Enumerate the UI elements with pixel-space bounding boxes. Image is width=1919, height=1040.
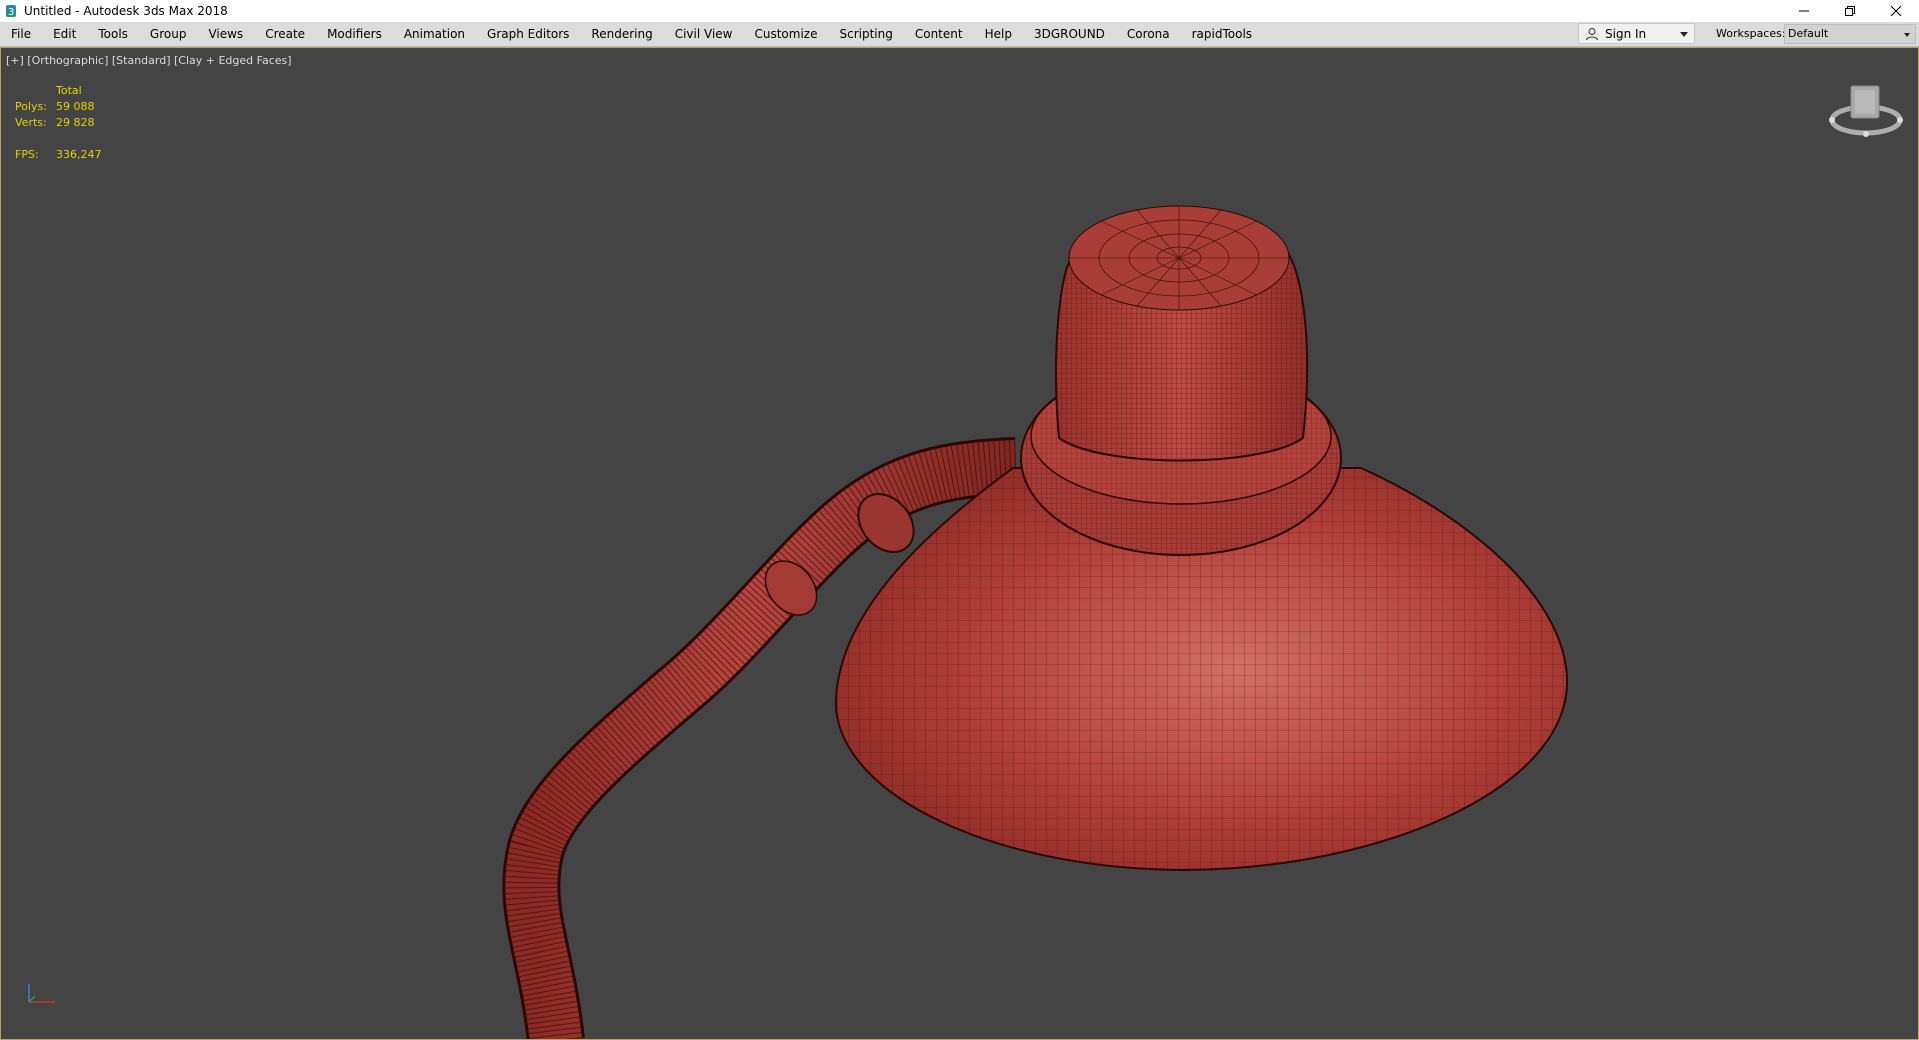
sign-in-dropdown[interactable]: Sign In [1578,23,1695,44]
stats-spacer [15,132,135,148]
window-controls [1781,0,1919,22]
scene-canvas[interactable] [1,48,1919,1040]
window-title: Untitled - Autodesk 3ds Max 2018 [24,4,228,18]
stats-header-row: Total [15,84,135,100]
menu-content[interactable]: Content [904,22,974,46]
lamp-shade[interactable] [834,205,1569,872]
minimize-button[interactable] [1781,0,1827,22]
polys-label: Polys: [15,100,47,113]
menu-corona[interactable]: Corona [1116,22,1181,46]
viewport-label-menu[interactable]: [+] [Orthographic] [Standard] [Clay + Ed… [6,54,292,67]
menu-civil-view[interactable]: Civil View [664,22,744,46]
chevron-down-icon [1904,33,1910,37]
chevron-down-icon [1680,32,1688,37]
menu-create[interactable]: Create [254,22,316,46]
stats-header: Total [56,84,82,97]
menu-customize[interactable]: Customize [743,22,828,46]
minimize-icon [1799,10,1809,12]
menu-animation[interactable]: Animation [393,22,476,46]
menu-rapidtools[interactable]: rapidTools [1181,22,1263,46]
restore-button[interactable] [1827,0,1873,22]
verts-value: 29 828 [56,116,95,129]
workspaces-value: Default [1788,27,1829,40]
menu-group[interactable]: Group [139,22,198,46]
menu-bar: File Edit Tools Group Views Create Modif… [0,22,1919,47]
fps-value: 336,247 [56,148,102,161]
menu-views[interactable]: Views [197,22,254,46]
stats-polys-row: Polys: 59 088 [15,100,135,116]
close-button[interactable] [1873,0,1919,22]
menu-modifiers[interactable]: Modifiers [316,22,393,46]
polys-value: 59 088 [56,100,95,113]
viewport-statistics: Total Polys: 59 088 Verts: 29 828 FPS: 3… [15,84,135,164]
fps-label: FPS: [15,148,39,161]
menu-rendering[interactable]: Rendering [580,22,663,46]
axis-tripod-icon [28,984,55,1003]
user-icon [1586,27,1598,40]
title-bar: 3 Untitled - Autodesk 3ds Max 2018 [0,0,1919,22]
workspaces-label: Workspaces: [1716,27,1786,40]
svg-text:3: 3 [8,7,14,18]
stats-fps-row: FPS: 336,247 [15,148,135,164]
viewport-perspective[interactable]: [+] [Orthographic] [Standard] [Clay + Ed… [0,47,1919,1040]
stats-verts-row: Verts: 29 828 [15,116,135,132]
menu-scripting[interactable]: Scripting [828,22,903,46]
sign-in-label: Sign In [1605,26,1647,41]
menu-help[interactable]: Help [974,22,1023,46]
menu-3dground[interactable]: 3DGROUND [1023,22,1116,46]
workspaces-select[interactable]: Default [1784,24,1916,44]
menu-tools[interactable]: Tools [87,22,139,46]
restore-icon [1845,6,1855,16]
verts-label: Verts: [15,116,47,129]
menu-graph-editors[interactable]: Graph Editors [476,22,580,46]
menu-edit[interactable]: Edit [42,22,87,46]
viewcube-icon[interactable] [1818,78,1918,148]
menu-file[interactable]: File [0,22,42,46]
close-icon [1890,5,1902,17]
app-icon[interactable]: 3 [4,4,18,18]
